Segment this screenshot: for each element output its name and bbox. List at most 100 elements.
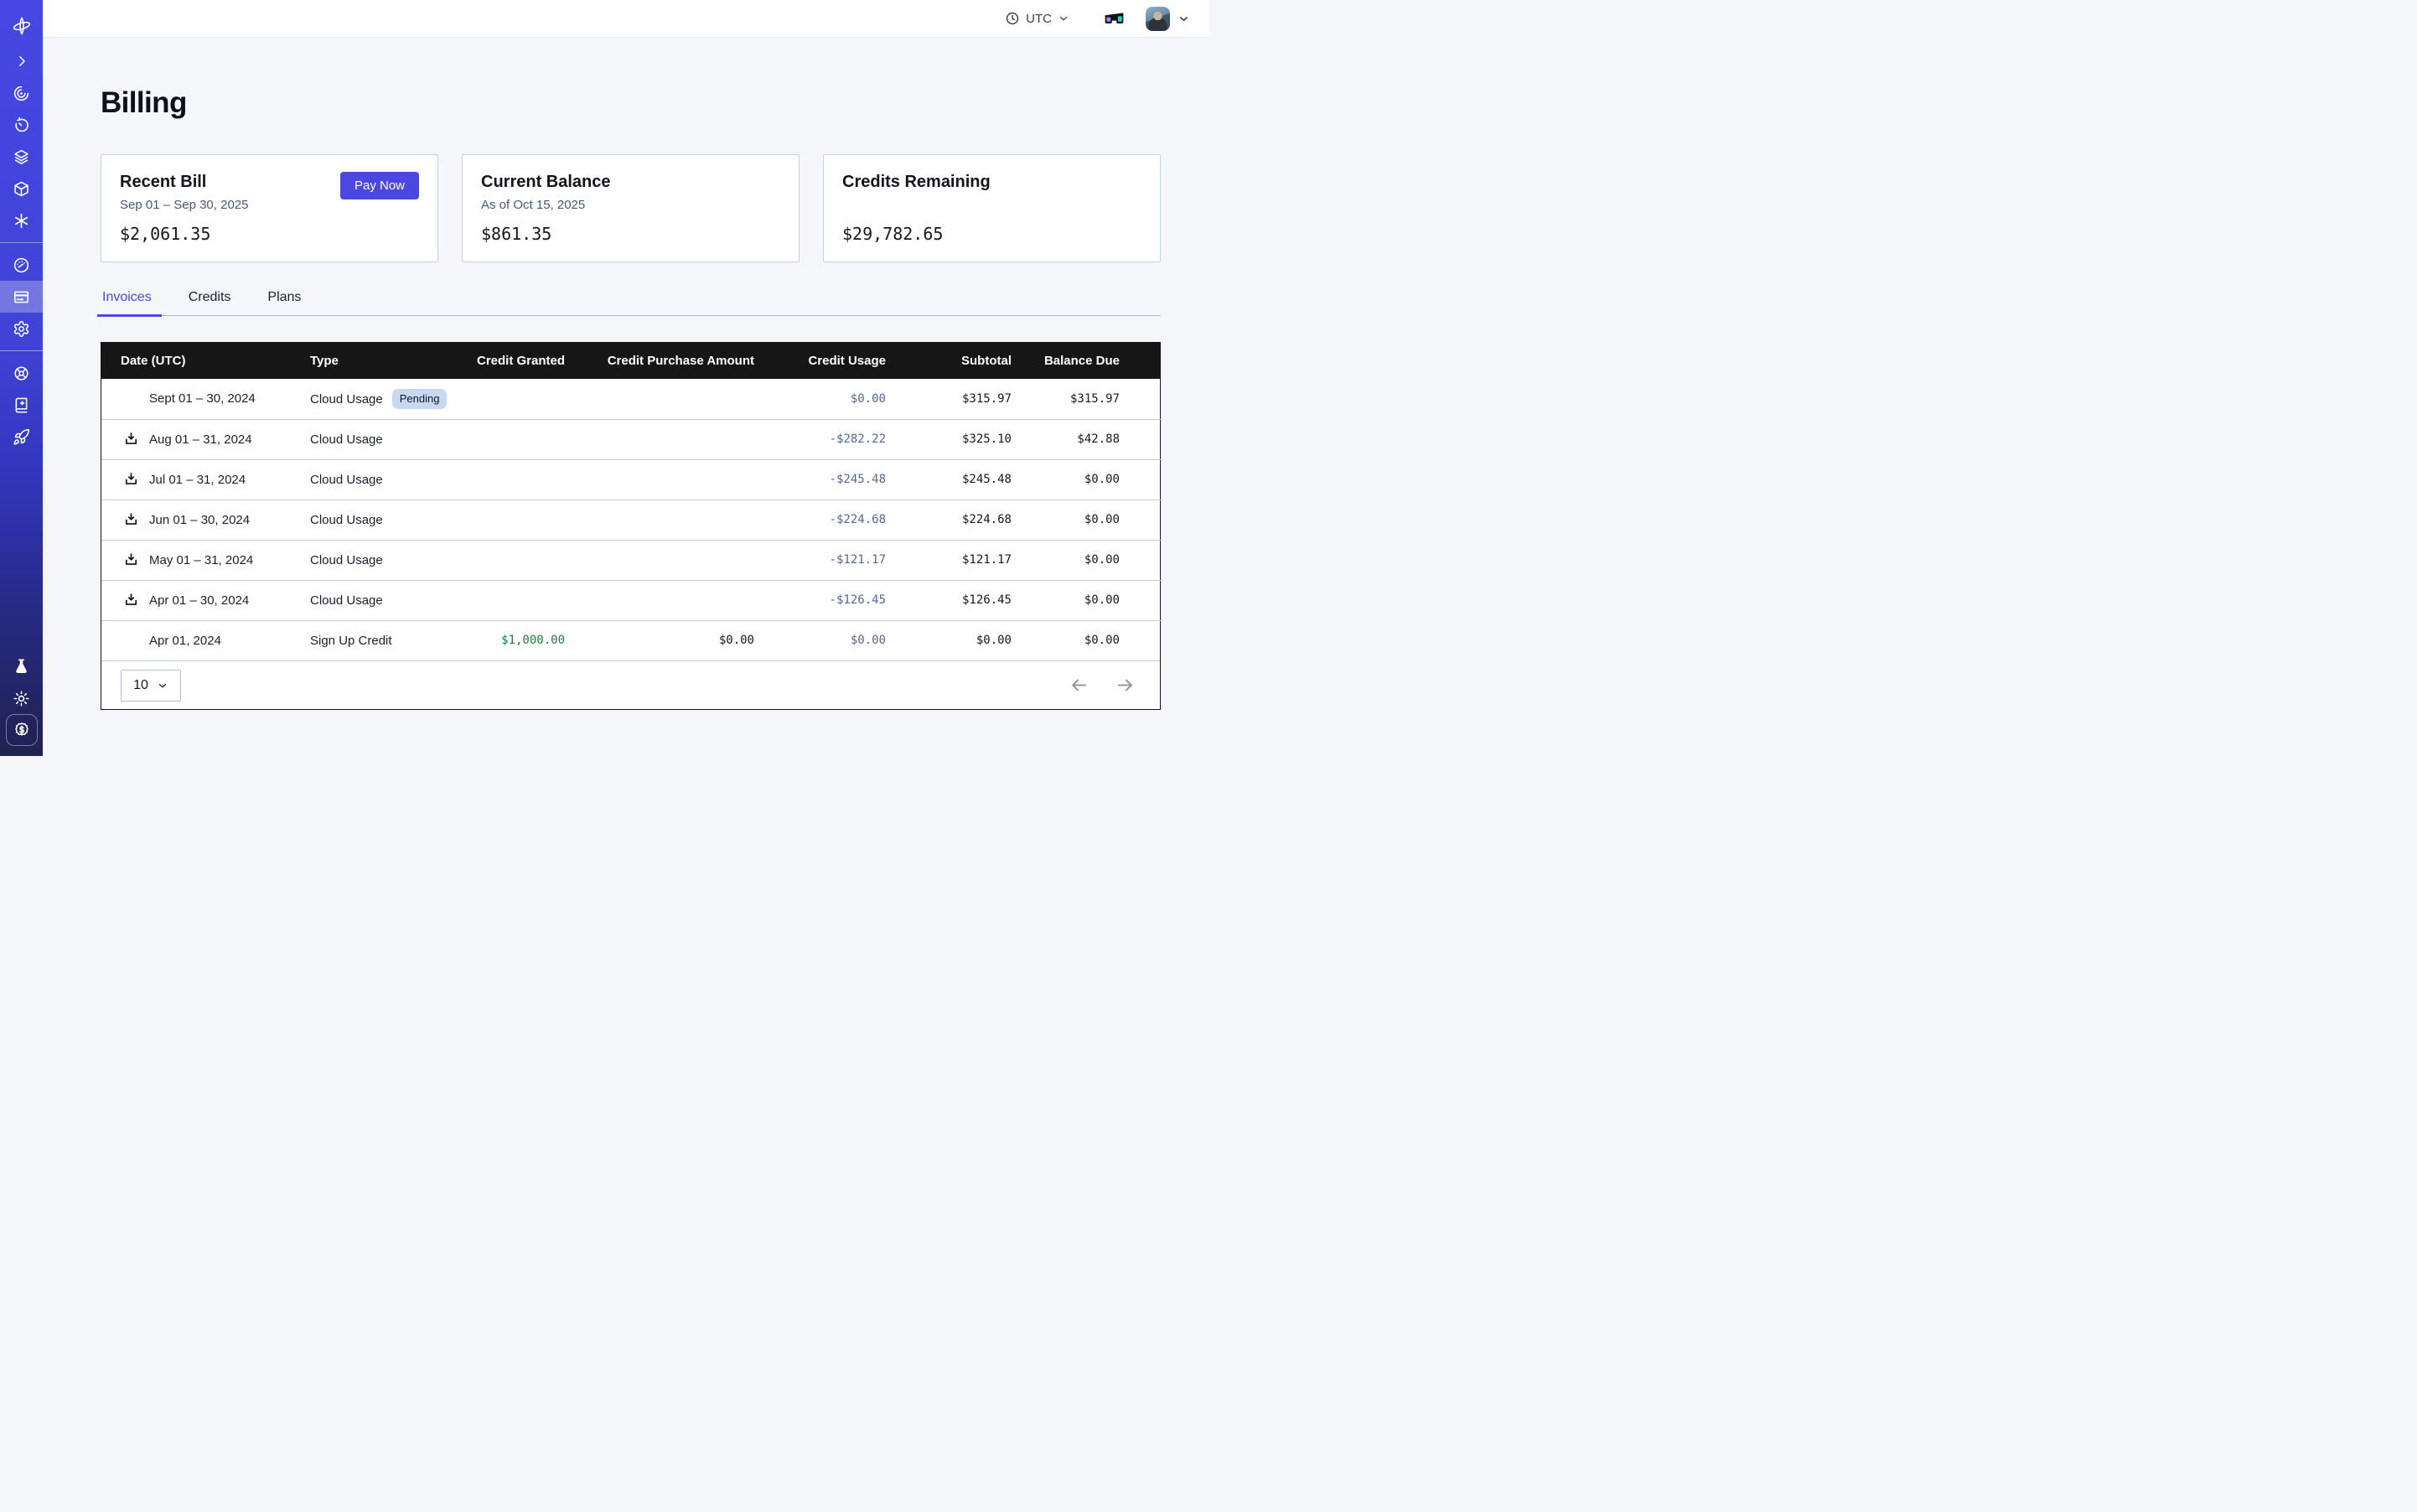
credits-badge-button[interactable] — [6, 714, 38, 746]
current-balance-card: Current Balance As of Oct 15, 2025 $861.… — [462, 154, 800, 262]
table-row: Apr 01, 2024 Sign Up Credit $1,000.00 $0… — [101, 620, 1161, 660]
sidebar-divider — [0, 350, 43, 351]
sidebar-item-labs[interactable] — [0, 650, 43, 682]
credit-purchase-amount-value — [565, 540, 754, 580]
credit-purchase-amount-value — [565, 500, 754, 540]
layers-icon — [13, 148, 30, 166]
credit-usage-value: -$121.17 — [754, 540, 886, 580]
chevron-right-icon — [14, 54, 29, 69]
tab-credits[interactable]: Credits — [187, 290, 233, 315]
balance-due-value: $0.00 — [1012, 580, 1161, 620]
gauge-icon — [13, 256, 30, 274]
current-balance-amount: $861.35 — [481, 224, 780, 244]
credit-purchase-amount-value — [565, 580, 754, 620]
user-avatar[interactable] — [1146, 7, 1170, 31]
sidebar-item-history[interactable] — [0, 109, 43, 141]
helm-icon — [13, 365, 30, 382]
invoice-date: Jul 01 – 31, 2024 — [149, 473, 246, 487]
sidebar-item-expand[interactable] — [0, 45, 43, 77]
credit-granted-value: $1,000.00 — [462, 620, 565, 660]
credit-usage-value: $0.00 — [754, 620, 886, 660]
table-row: Apr 01 – 30, 2024 Cloud Usage -$126.45 $… — [101, 580, 1161, 620]
balance-due-value: $42.88 — [1012, 419, 1161, 459]
credit-granted-value — [462, 540, 565, 580]
previous-page-button[interactable] — [1069, 676, 1089, 695]
balance-due-value: $315.97 — [1012, 379, 1161, 419]
download-invoice-icon[interactable] — [123, 552, 139, 568]
credit-usage-value: -$282.22 — [754, 419, 886, 459]
tab-invoices[interactable]: Invoices — [101, 290, 153, 315]
cube-icon — [13, 180, 30, 198]
column-credit-purchase-amount: Credit Purchase Amount — [565, 343, 754, 379]
invoice-date: Apr 01, 2024 — [149, 634, 221, 648]
sidebar-item-billing[interactable] — [0, 281, 43, 313]
card-title: Current Balance — [481, 173, 780, 192]
next-page-button[interactable] — [1115, 676, 1135, 695]
dollar-badge-icon — [13, 721, 31, 739]
billing-card-icon — [13, 288, 30, 306]
sidebar-item-support[interactable] — [0, 357, 43, 389]
scan-eye-icon — [13, 85, 30, 102]
page-size-value: 10 — [133, 678, 148, 693]
subtotal-value: $121.17 — [886, 540, 1012, 580]
download-invoice-icon[interactable] — [123, 432, 139, 448]
credit-usage-value: -$126.45 — [754, 580, 886, 620]
timer-icon — [13, 117, 30, 134]
credit-purchase-amount-value — [565, 419, 754, 459]
balance-due-value: $0.00 — [1012, 459, 1161, 500]
invoice-date: Aug 01 – 31, 2024 — [149, 432, 252, 447]
subtotal-value: $126.45 — [886, 580, 1012, 620]
column-subtotal: Subtotal — [886, 343, 1012, 379]
page-title: Billing — [101, 86, 1161, 120]
sidebar-item-docs[interactable] — [0, 389, 43, 421]
sidebar-item-theme[interactable] — [0, 682, 43, 714]
sidebar-item-settings[interactable] — [0, 313, 43, 344]
demo-mode-button[interactable] — [1103, 10, 1126, 27]
table-row: May 01 – 31, 2024 Cloud Usage -$121.17 $… — [101, 540, 1161, 580]
page-size-select[interactable]: 10 — [121, 670, 181, 702]
sidebar-item-observe[interactable] — [0, 77, 43, 109]
credit-granted-value — [462, 379, 565, 419]
credit-usage-value: -$224.68 — [754, 500, 886, 540]
credits-remaining-card: Credits Remaining $29,782.65 — [823, 154, 1161, 262]
chevron-down-icon — [1058, 13, 1069, 24]
sidebar-item-getting-started[interactable] — [0, 421, 43, 453]
subtotal-value: $325.10 — [886, 419, 1012, 459]
timezone-selector[interactable]: UTC — [1005, 11, 1069, 26]
account-menu-button[interactable] — [1177, 13, 1190, 25]
download-invoice-icon[interactable] — [123, 512, 139, 528]
column-balance-due: Balance Due — [1012, 343, 1161, 379]
sidebar-item-layers[interactable] — [0, 141, 43, 173]
pay-now-button[interactable]: Pay Now — [340, 172, 419, 199]
column-credit-usage: Credit Usage — [754, 343, 886, 379]
subtotal-value: $0.00 — [886, 620, 1012, 660]
subtotal-value: $224.68 — [886, 500, 1012, 540]
app-logo[interactable] — [0, 7, 43, 45]
subtotal-value: $245.48 — [886, 459, 1012, 500]
chevron-down-icon — [157, 680, 168, 691]
table-row: Jun 01 – 30, 2024 Cloud Usage -$224.68 $… — [101, 500, 1161, 540]
download-invoice-icon[interactable] — [123, 472, 139, 488]
invoice-type: Cloud Usage — [310, 432, 383, 447]
invoice-type: Cloud Usage — [310, 473, 383, 487]
credits-remaining-amount: $29,782.65 — [842, 224, 1141, 244]
sidebar-item-functions[interactable] — [0, 205, 43, 236]
subtotal-value: $315.97 — [886, 379, 1012, 419]
sidebar-divider — [0, 242, 43, 243]
tab-plans[interactable]: Plans — [266, 290, 303, 315]
sidebar-item-usage[interactable] — [0, 249, 43, 281]
credit-purchase-amount-value — [565, 459, 754, 500]
recent-bill-card: Recent Bill Sep 01 – Sep 30, 2025 $2,061… — [101, 154, 438, 262]
topbar: UTC — [43, 0, 1208, 38]
orbit-logo-icon — [12, 16, 32, 36]
invoices-table: Date (UTC) Type Credit Granted Credit Pu… — [101, 342, 1161, 710]
invoice-type: Sign Up Credit — [310, 634, 392, 648]
invoice-date: May 01 – 31, 2024 — [149, 553, 253, 567]
book-sparkle-icon — [13, 396, 30, 414]
invoice-type: Cloud Usage — [310, 392, 383, 406]
invoice-table-body: Sept 01 – 30, 2024 Cloud UsagePending $0… — [101, 379, 1161, 660]
download-invoice-icon[interactable] — [123, 593, 139, 608]
rocket-icon — [13, 428, 30, 446]
sidebar-item-packages[interactable] — [0, 173, 43, 205]
credit-granted-value — [462, 459, 565, 500]
